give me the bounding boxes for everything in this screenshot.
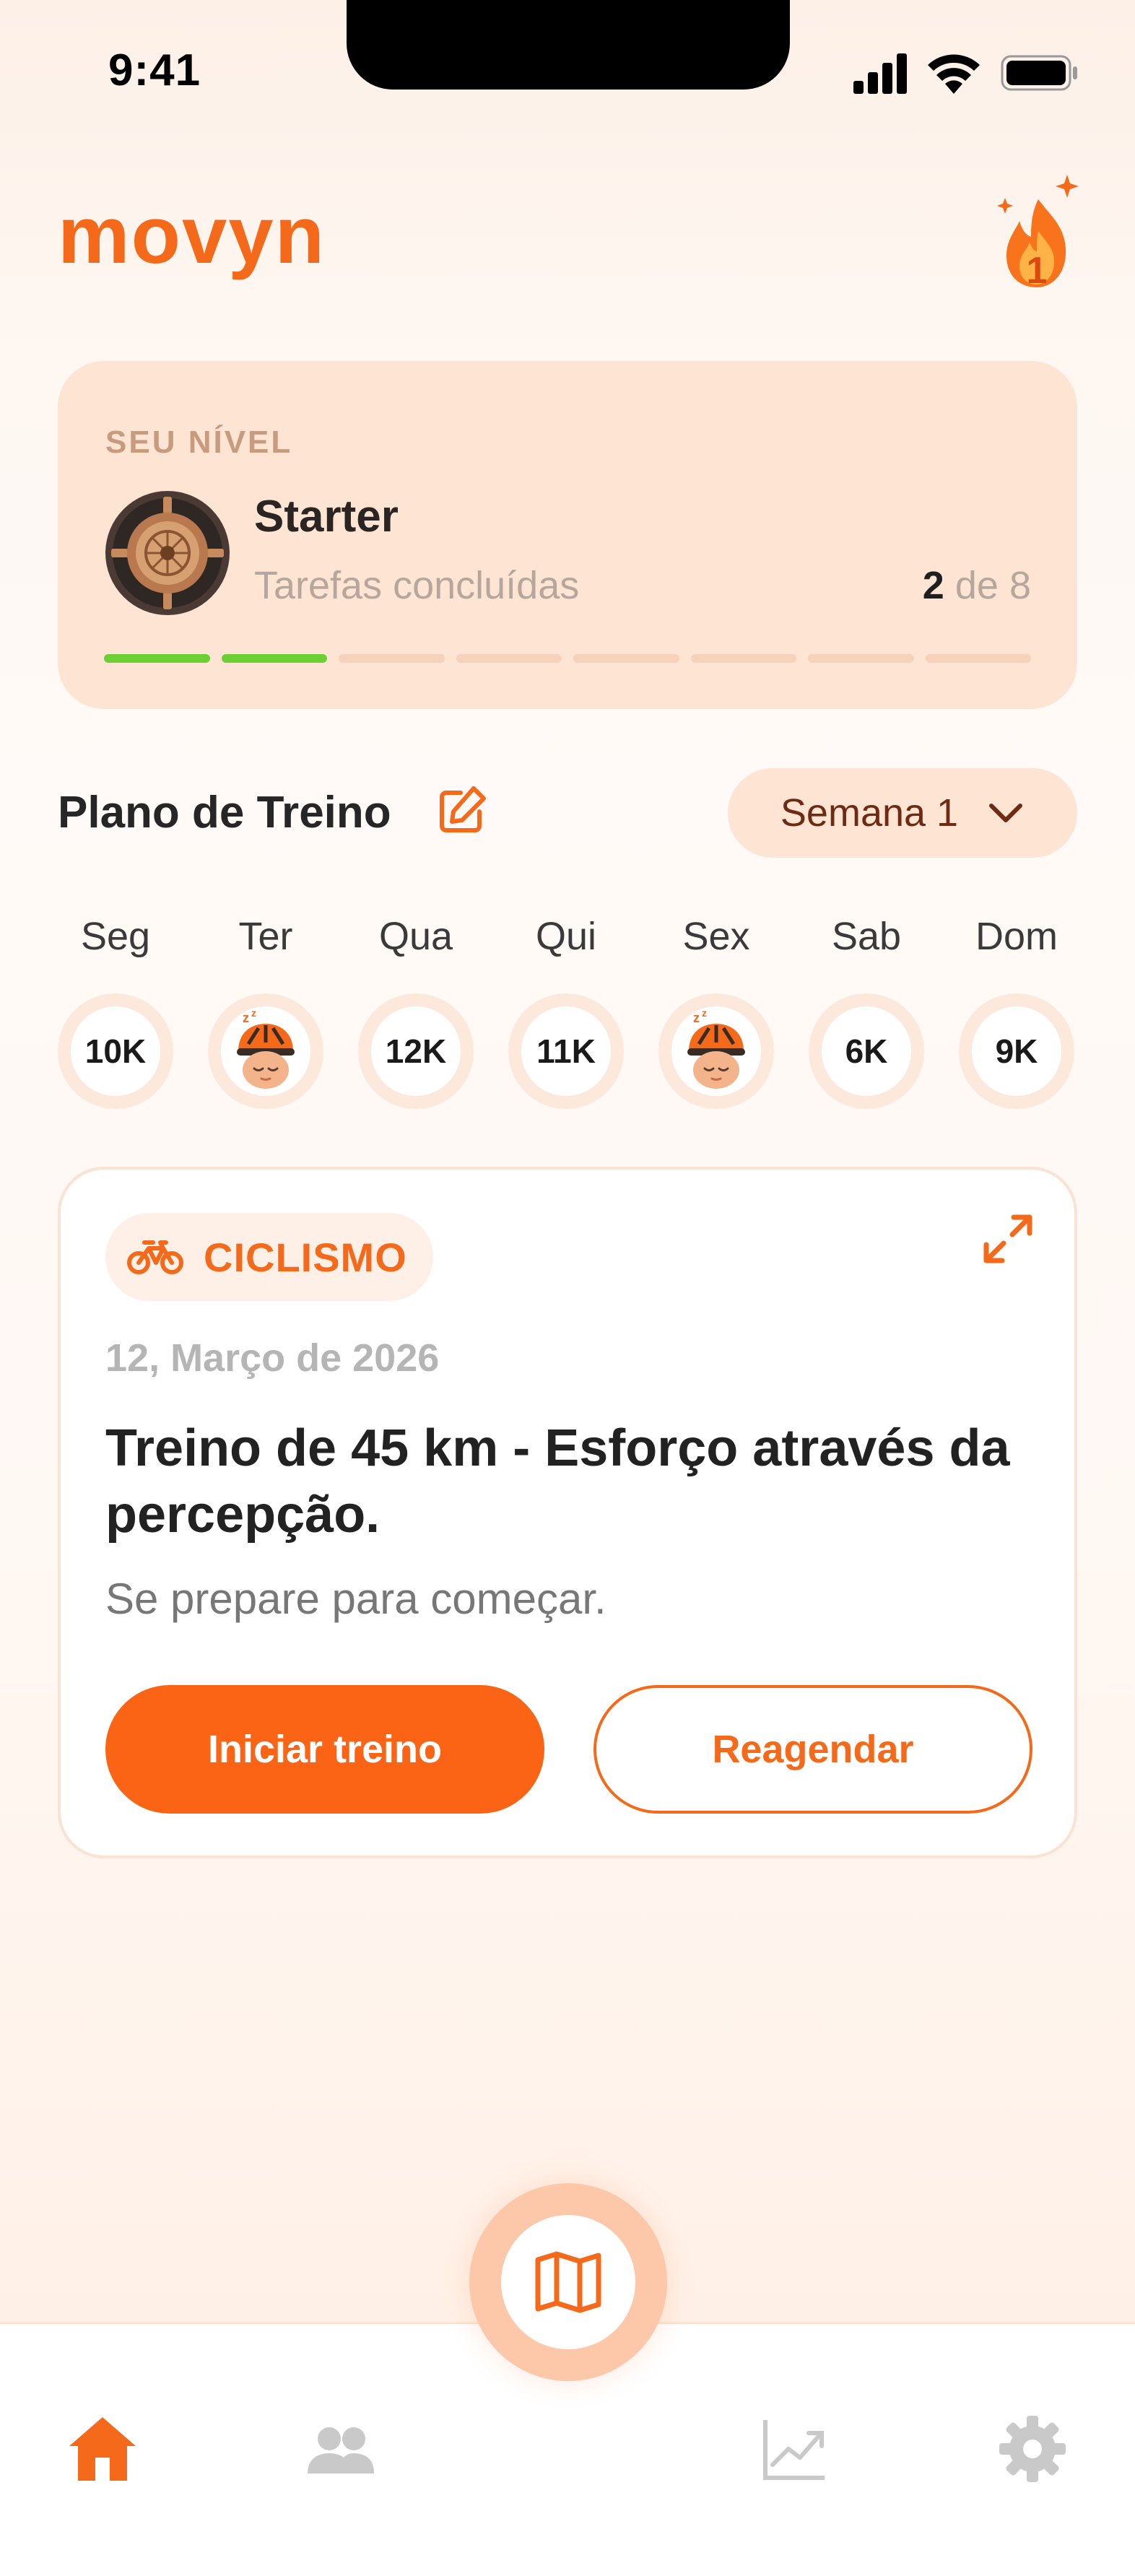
- chart-icon[interactable]: [758, 2413, 830, 2485]
- tasks-total: 8: [1009, 564, 1031, 607]
- day-circle-ter[interactable]: zz: [208, 993, 323, 1109]
- tasks-completed: 2: [922, 564, 944, 607]
- day-label-sex: Sex: [682, 915, 750, 958]
- day-distance: 6K: [845, 1032, 888, 1070]
- day-circle-qua[interactable]: 12K: [358, 993, 474, 1109]
- day-label-qui: Qui: [535, 915, 597, 958]
- day-distance: 11K: [536, 1032, 596, 1070]
- plan-title: Plano de Treino: [58, 788, 391, 837]
- day-circle-qui[interactable]: 11K: [508, 993, 624, 1109]
- workout-subtitle: Se prepare para começar.: [105, 1575, 606, 1623]
- progress-segment: [690, 654, 796, 663]
- day-circle-sex[interactable]: zz: [658, 993, 774, 1109]
- level-medal-icon: [105, 491, 230, 615]
- flame-icon: 1: [997, 175, 1079, 292]
- svg-text:z: z: [243, 1011, 249, 1025]
- day-label-ter: Ter: [238, 915, 293, 958]
- sport-tag: CICLISMO: [105, 1213, 433, 1301]
- progress-segment: [808, 654, 914, 663]
- svg-text:z: z: [702, 1007, 707, 1019]
- progress-segment: [104, 654, 210, 663]
- progress-segment: [456, 654, 562, 663]
- progress-segment: [925, 654, 1031, 663]
- tasks-count: 2 de 8: [923, 563, 1031, 608]
- bike-icon: [127, 1240, 183, 1274]
- week-selector-label: Semana 1: [780, 791, 959, 835]
- gear-icon[interactable]: [996, 2413, 1069, 2485]
- resting-cyclist-icon: zz: [237, 1007, 295, 1089]
- app-logo: movyn: [58, 190, 326, 280]
- device-notch: [347, 0, 790, 90]
- level-progress-bar: [104, 654, 1031, 663]
- sport-label: CICLISMO: [204, 1234, 407, 1280]
- streak-count: 1: [1027, 250, 1048, 292]
- day-label-sab: Sab: [831, 915, 902, 958]
- workout-title: Treino de 45 km - Esforço através da per…: [105, 1419, 1010, 1544]
- cellular-signal-icon: [853, 53, 907, 94]
- level-kicker: SEU NÍVEL: [105, 425, 293, 460]
- chevron-down-icon: [989, 804, 1023, 822]
- start-workout-button[interactable]: Iniciar treino: [105, 1685, 544, 1814]
- battery-icon: [1001, 55, 1077, 91]
- day-circle-seg[interactable]: 10K: [58, 993, 173, 1109]
- map-fab-inner: [501, 2215, 635, 2349]
- level-name: Starter: [254, 492, 399, 541]
- tasks-of: de: [954, 564, 999, 607]
- status-time: 9:41: [108, 45, 201, 95]
- tasks-label: Tarefas concluídas: [254, 564, 580, 607]
- day-circle-sab[interactable]: 6K: [809, 993, 924, 1109]
- users-icon[interactable]: [305, 2413, 377, 2485]
- edit-icon[interactable]: [436, 784, 488, 836]
- day-distance: 10K: [84, 1032, 147, 1070]
- progress-segment: [221, 654, 327, 663]
- day-distance: 9K: [995, 1032, 1038, 1070]
- svg-text:z: z: [251, 1007, 256, 1019]
- day-label-seg: Seg: [80, 915, 151, 958]
- workout-date: 12, Março de 2026: [105, 1336, 440, 1380]
- day-distance: 12K: [385, 1032, 447, 1070]
- resting-cyclist-icon: zz: [687, 1007, 745, 1089]
- day-label-dom: Dom: [975, 915, 1058, 958]
- reschedule-button[interactable]: Reagendar: [593, 1685, 1032, 1814]
- streak-badge[interactable]: 1: [995, 170, 1084, 295]
- svg-text:z: z: [693, 1011, 700, 1025]
- home-icon[interactable]: [66, 2413, 139, 2485]
- progress-segment: [573, 654, 679, 663]
- day-label-qua: Qua: [378, 915, 453, 958]
- map-fab[interactable]: [469, 2183, 667, 2381]
- week-selector[interactable]: Semana 1: [728, 768, 1077, 858]
- day-circle-dom[interactable]: 9K: [959, 993, 1074, 1109]
- progress-segment: [339, 654, 445, 663]
- expand-icon[interactable]: [982, 1213, 1034, 1265]
- wifi-icon: [928, 54, 980, 94]
- map-icon: [535, 2251, 601, 2313]
